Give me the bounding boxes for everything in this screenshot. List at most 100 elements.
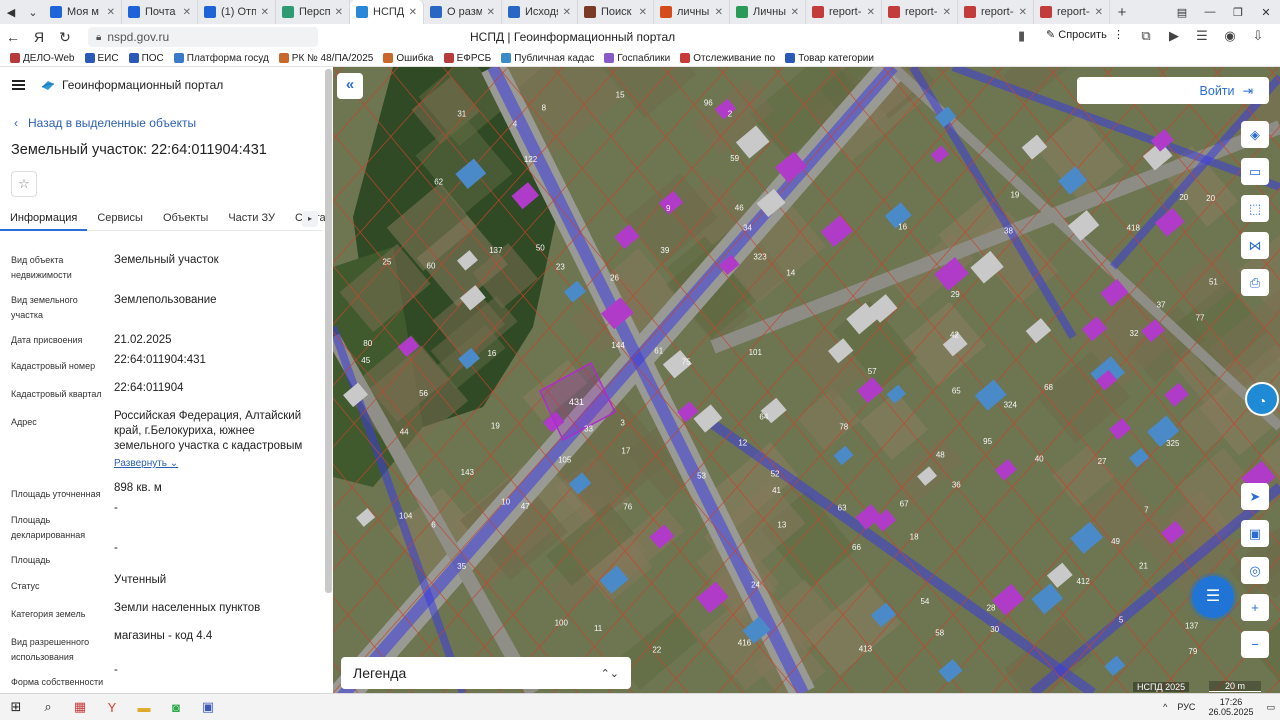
my-location-button[interactable]: ➤ [1241, 483, 1269, 510]
browser-tab[interactable]: личный ка ✕ [654, 0, 730, 24]
browser-tab[interactable]: report-dfd ✕ [1034, 0, 1110, 24]
layers-button[interactable]: ◈ [1241, 121, 1269, 148]
favorite-star-icon[interactable]: ☆ [11, 171, 37, 197]
print-button[interactable]: ⎙ [1241, 269, 1269, 296]
yandex-browser-icon[interactable]: Y [96, 700, 128, 715]
map-type-button[interactable]: ▣ [1241, 520, 1269, 547]
close-tab-icon[interactable]: ✕ [639, 7, 647, 18]
language-indicator[interactable]: РУС [1177, 702, 1195, 712]
close-tab-icon[interactable]: ✕ [409, 7, 417, 18]
user-app-icon[interactable]: ▣ [192, 699, 224, 715]
file-explorer-icon[interactable]: ▬ [128, 700, 160, 715]
browser-tab[interactable]: Личный ка ✕ [730, 0, 806, 24]
legend-dropdown[interactable]: Легенда ⌃⌄ [341, 657, 631, 689]
ask-button[interactable]: ✎ Спросить ⋮ [1046, 28, 1124, 41]
clock[interactable]: 17:26 26.05.2025 [1208, 697, 1253, 717]
tab-list-chevron-icon[interactable]: ⌄ [22, 1, 44, 23]
parcel-number-label: 16 [898, 223, 907, 232]
bookmark-item[interactable]: Госпаблики [604, 53, 670, 64]
browser-tab[interactable]: (1) Отправ ✕ [198, 0, 276, 24]
new-tab-button[interactable]: + [1110, 4, 1134, 21]
browser-tab[interactable]: Поиск доку ✕ [578, 0, 654, 24]
bookmark-item[interactable]: РК № 48/ПА/2025 [278, 53, 373, 64]
browser-tab[interactable]: Перспекти ✕ [276, 0, 350, 24]
app-icon[interactable]: ▦ [64, 699, 96, 715]
tab-search-icon[interactable]: ▤ [1168, 6, 1196, 19]
extensions: ⧉ ▶ ☰ ◉ ⇩ [1132, 28, 1272, 44]
collections-icon[interactable]: ☰ [1188, 28, 1216, 44]
browser-tab[interactable]: НСПД | Г ✕ [350, 0, 424, 24]
back-arrow-icon[interactable]: ← [0, 29, 26, 45]
panel-tab[interactable]: Части ЗУ [218, 209, 285, 231]
chat-support-icon[interactable]: ☰ [1192, 576, 1234, 618]
bookmark-item[interactable]: ЕИС [84, 53, 119, 64]
panel-tab[interactable]: Сервисы [87, 209, 153, 231]
close-tab-icon[interactable]: ✕ [107, 7, 115, 18]
windows-start-icon[interactable]: ⊞ [0, 699, 32, 715]
extension-icon[interactable]: ⧉ [1132, 28, 1160, 44]
panel-tab[interactable]: Объекты [153, 209, 218, 231]
expand-address-link[interactable]: Развернуть ⌄ [114, 456, 314, 471]
measure-ruler-button[interactable]: ▭ [1241, 158, 1269, 185]
bookmark-item[interactable]: ПОС [128, 53, 164, 64]
panel-tab[interactable]: Информация [0, 209, 88, 231]
bookmark-item[interactable]: ДЕЛО-Web [10, 53, 75, 64]
close-tab-icon[interactable]: ✕ [1019, 7, 1027, 18]
share-button[interactable]: ⋈ [1241, 232, 1269, 259]
close-tab-icon[interactable]: ✕ [335, 7, 343, 18]
url-field[interactable]: 🔒︎ nspd.gov.ru [88, 27, 318, 47]
browser-tab-label: Перспекти [299, 6, 330, 18]
messenger-icon[interactable]: ◙ [160, 700, 192, 715]
close-tab-icon[interactable]: ✕ [261, 7, 269, 18]
media-icon[interactable]: ▶ [1160, 28, 1188, 44]
menu-icon[interactable] [12, 80, 25, 90]
tray-chevron-icon[interactable]: ^ [1163, 702, 1167, 712]
close-tab-icon[interactable]: ✕ [867, 7, 875, 18]
collapse-panel-button[interactable]: « [337, 73, 363, 99]
bookmark-item[interactable]: Отслеживание по [680, 53, 775, 64]
downloads-icon[interactable]: ⇩ [1244, 28, 1272, 44]
close-tab-icon[interactable]: ✕ [487, 7, 495, 18]
bookmark-icon[interactable]: ▮ [1018, 28, 1025, 44]
tabs-scroll-right-icon[interactable]: ▸ [302, 211, 318, 227]
bookmark-item[interactable]: Товар категории [785, 53, 874, 64]
close-tab-icon[interactable]: ✕ [715, 7, 723, 18]
parcel-number-label: 137 [489, 246, 503, 255]
assistant-icon[interactable]: ◔ [1245, 382, 1279, 416]
yandex-icon[interactable]: Я [26, 29, 52, 45]
close-tab-icon[interactable]: ✕ [1095, 7, 1103, 18]
browser-tab[interactable]: Почта Mail ✕ [122, 0, 198, 24]
geo-search-button[interactable]: ◎ [1241, 557, 1269, 584]
bookmark-item[interactable]: Ошибка [383, 53, 434, 64]
reload-icon[interactable]: ↻ [52, 29, 78, 46]
browser-tab[interactable]: Исходящи ✕ [502, 0, 578, 24]
browser-tab[interactable]: report-cce ✕ [958, 0, 1034, 24]
browser-tab[interactable]: Моя м ✕ [44, 0, 122, 24]
satellite-map[interactable]: 43116151419132034 41841641341210052544241… [333, 67, 1280, 693]
close-tab-icon[interactable]: ✕ [563, 7, 571, 18]
select-area-button[interactable]: ⬚ [1241, 195, 1269, 222]
close-window-button[interactable]: ✕ [1252, 6, 1280, 19]
restore-button[interactable]: ❐ [1224, 6, 1252, 19]
minimize-button[interactable]: — [1196, 6, 1224, 19]
browser-tab[interactable]: О размеще ✕ [424, 0, 502, 24]
zoom-out-button[interactable]: − [1241, 631, 1269, 658]
speaker-icon[interactable]: ◀ [0, 1, 22, 23]
parcel-number-label: 17 [621, 446, 630, 455]
back-to-selected-link[interactable]: ‹ Назад в выделенные объекты [14, 116, 196, 130]
close-tab-icon[interactable]: ✕ [183, 7, 191, 18]
search-icon[interactable]: ⌕ [32, 699, 64, 715]
bookmark-item[interactable]: Публичная кадас [501, 53, 594, 64]
bookmark-item[interactable]: ЕФРСБ [443, 53, 491, 64]
notifications-icon[interactable]: ▭ [1266, 702, 1275, 713]
close-tab-icon[interactable]: ✕ [943, 7, 951, 18]
bookmark-item[interactable]: Платформа госуд [173, 53, 269, 64]
profile-icon[interactable]: ◉ [1216, 28, 1244, 44]
zoom-in-button[interactable]: + [1241, 594, 1269, 621]
map-view[interactable]: 431 16 15 14 19 13 20 34 418 416 413 412 100 52 54 42 41… [333, 67, 1280, 693]
browser-tab[interactable]: report-b1b ✕ [806, 0, 882, 24]
browser-tab[interactable]: report-bf7 ✕ [882, 0, 958, 24]
panel-scrollbar[interactable] [325, 69, 332, 593]
close-tab-icon[interactable]: ✕ [791, 7, 799, 18]
login-box[interactable]: Войти ⇥ [1077, 77, 1269, 104]
